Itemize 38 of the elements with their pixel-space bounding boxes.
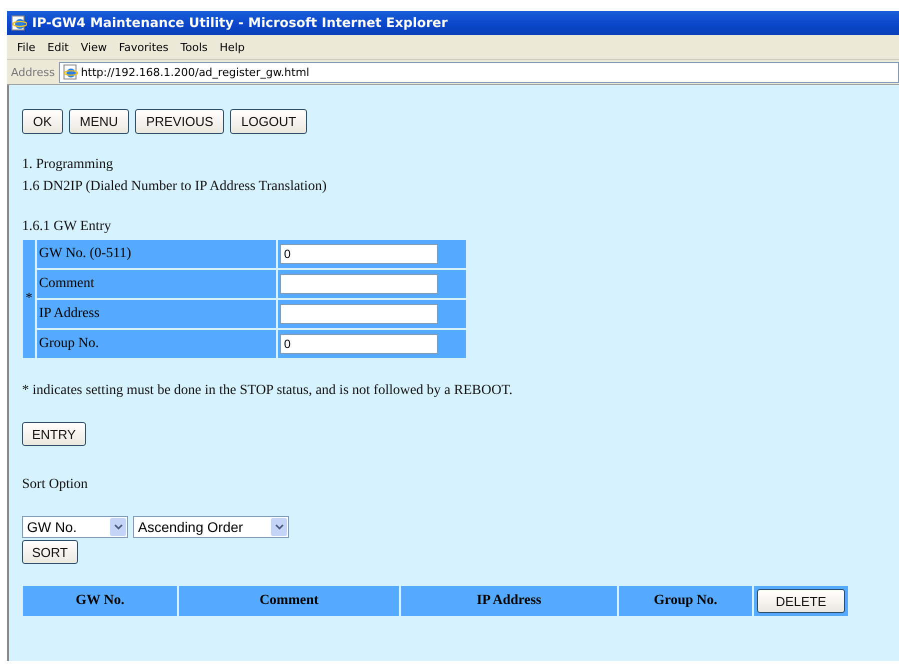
nav-button[interactable]: LOGOUT (230, 109, 308, 134)
note-text: * indicates setting must be done in the STOP status, and is not followed by a REBOOT. (22, 382, 512, 400)
column-header: Group No. (619, 586, 752, 616)
field-label: Group No. (37, 330, 276, 358)
menu-item[interactable]: Tools (174, 40, 214, 54)
browser-icon (11, 15, 27, 31)
column-header: Comment (179, 586, 399, 616)
dropdown[interactable]: GW No. (22, 516, 128, 538)
field-label: Comment (37, 270, 276, 298)
entry-button[interactable]: ENTRY (22, 422, 86, 446)
menu-item[interactable]: Favorites (112, 40, 175, 54)
menu-item[interactable]: Help (214, 40, 251, 54)
section-heading: 1.6.1 GW Entry (22, 218, 112, 236)
delete-button[interactable]: DELETE (757, 589, 845, 613)
sort-button[interactable]: SORT (22, 540, 78, 564)
menu-item[interactable]: File (11, 40, 42, 54)
sort-label: Sort Option (22, 476, 88, 494)
address-field[interactable]: http://192.168.1.200/ad_register_gw.html (58, 62, 899, 82)
nav-button[interactable]: MENU (68, 109, 130, 134)
column-header: GW No. (23, 586, 177, 616)
breadcrumb-text: 1. Programming (22, 156, 114, 174)
field-label: IP Address (37, 300, 276, 328)
nav-button[interactable]: OK (22, 109, 63, 134)
window-title: IP-GW4 Maintenance Utility - Microsoft Internet Explorer (32, 16, 448, 30)
menu-item[interactable]: View (74, 40, 113, 54)
input-field[interactable]: 0 (280, 244, 438, 264)
page-icon (62, 64, 78, 80)
input-field[interactable]: 0 (280, 334, 438, 354)
input-field[interactable] (280, 304, 438, 324)
nav-button[interactable]: PREVIOUS (135, 109, 224, 134)
required-marker: * (23, 240, 35, 358)
breadcrumb-text: 1.6 DN2IP (Dialed Number to IP Address Translation) (22, 178, 327, 196)
column-header: IP Address (401, 586, 617, 616)
field-label: GW No. (0-511) (37, 240, 276, 268)
input-field[interactable] (280, 274, 438, 294)
dropdown[interactable]: Ascending Order (133, 516, 289, 538)
menu-item[interactable]: Edit (41, 40, 75, 54)
address-label: Address (11, 66, 55, 78)
